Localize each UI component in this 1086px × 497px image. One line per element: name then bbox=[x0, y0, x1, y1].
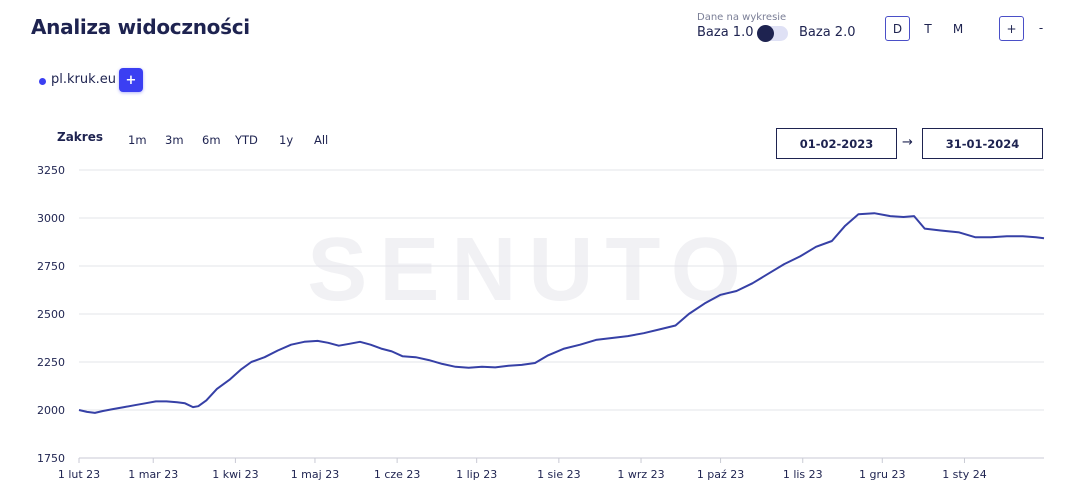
y-tick-label: 2750 bbox=[37, 260, 65, 273]
watermark: SENUTO bbox=[307, 220, 752, 320]
y-tick-label: 3000 bbox=[37, 212, 65, 225]
x-tick-label: 1 lis 23 bbox=[783, 468, 823, 481]
x-tick-label: 1 maj 23 bbox=[291, 468, 340, 481]
y-tick-label: 1750 bbox=[37, 452, 65, 465]
x-tick-label: 1 kwi 23 bbox=[212, 468, 258, 481]
y-tick-label: 2000 bbox=[37, 404, 65, 417]
y-tick-label: 3250 bbox=[37, 164, 65, 177]
y-tick-label: 2500 bbox=[37, 308, 65, 321]
x-tick-label: 1 lip 23 bbox=[456, 468, 497, 481]
x-tick-label: 1 wrz 23 bbox=[617, 468, 664, 481]
x-tick-label: 1 paź 23 bbox=[697, 468, 745, 481]
y-tick-label: 2250 bbox=[37, 356, 65, 369]
x-tick-label: 1 cze 23 bbox=[374, 468, 421, 481]
x-tick-label: 1 sie 23 bbox=[537, 468, 581, 481]
visibility-chart: SENUTO 1750 2000 2250 2500 2750 3000 3250 1 lu… bbox=[37, 164, 1045, 481]
x-tick-label: 1 lut 23 bbox=[58, 468, 100, 481]
x-tick-label: 1 mar 23 bbox=[128, 468, 178, 481]
x-tick-label: 1 gru 23 bbox=[859, 468, 905, 481]
x-tick-label: 1 sty 24 bbox=[942, 468, 987, 481]
